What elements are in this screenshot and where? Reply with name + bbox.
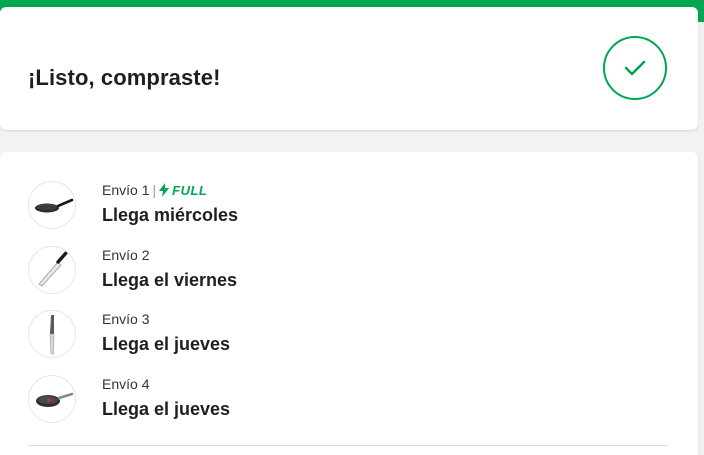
shipments-card: Envío 1 | FULL Llega miércoles Envío 2 L… xyxy=(0,152,698,455)
shipment-number: Envío 2 xyxy=(102,247,150,263)
separator: | xyxy=(152,182,157,198)
full-badge: FULL xyxy=(159,183,207,198)
shipment-number: Envío 4 xyxy=(102,376,150,392)
delivery-date: Llega el jueves xyxy=(102,399,231,419)
shipment-item[interactable]: Envío 2 Llega el viernes xyxy=(28,246,668,298)
shipment-item[interactable]: Envío 3 Llega el jueves xyxy=(28,310,668,362)
frying-pan-image xyxy=(28,181,76,229)
kitchen-knife-image xyxy=(28,310,76,358)
shipment-number: Envío 1 xyxy=(102,182,150,198)
delivery-date: Llega el viernes xyxy=(102,270,238,290)
delivery-date: Llega miércoles xyxy=(102,205,239,225)
check-icon xyxy=(603,36,667,100)
divider xyxy=(28,445,668,446)
delivery-date: Llega el jueves xyxy=(102,334,231,354)
confirmation-title: ¡Listo, compraste! xyxy=(28,65,221,90)
shipment-number: Envío 3 xyxy=(102,311,150,327)
full-badge-label: FULL xyxy=(172,182,208,198)
purchase-confirmation-card: ¡Listo, compraste! xyxy=(0,7,698,130)
shipment-item[interactable]: Envío 1 | FULL Llega miércoles xyxy=(28,181,668,233)
shipment-item[interactable]: Envío 4 Llega el jueves xyxy=(28,375,668,427)
lightning-icon xyxy=(159,183,170,197)
chef-knife-image xyxy=(28,246,76,294)
frying-pan-image xyxy=(28,375,76,423)
